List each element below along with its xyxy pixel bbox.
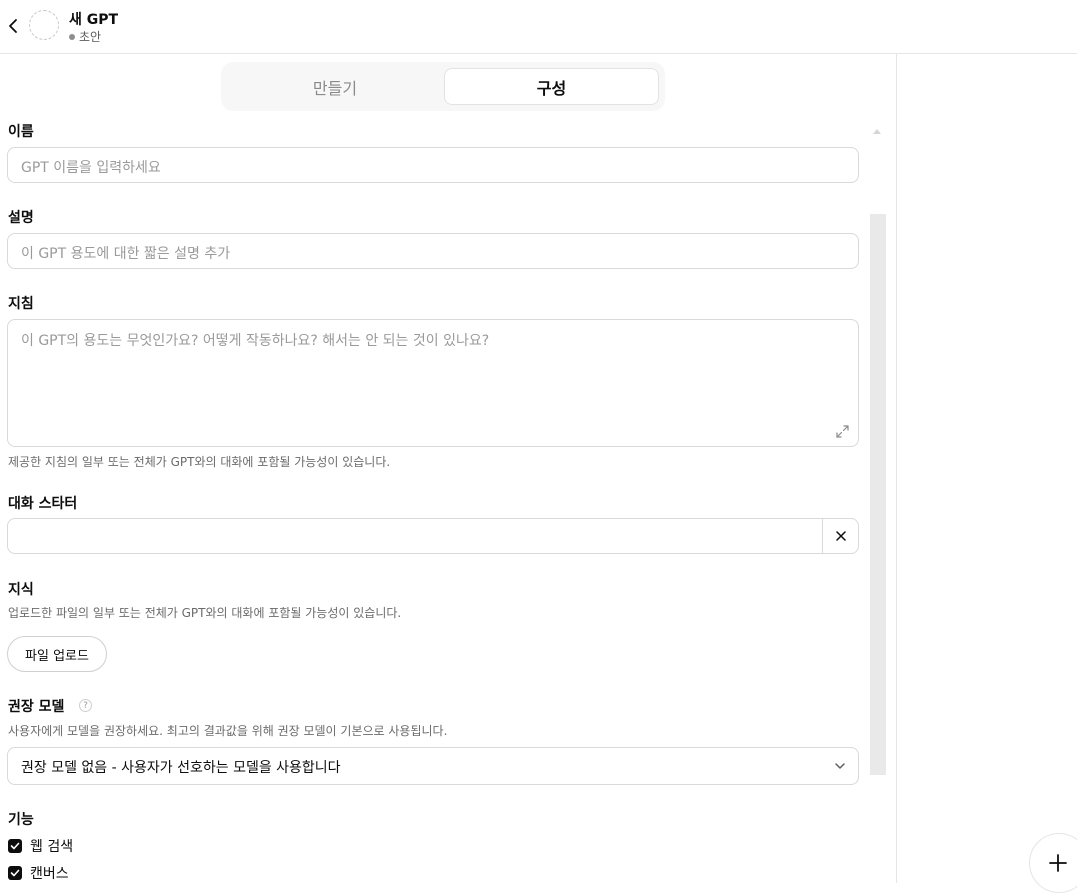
instructions-textarea[interactable]: 이 GPT의 용도는 무엇인가요? 어떻게 작동하나요? 해서는 안 되는 것이… (7, 319, 859, 447)
recommended-model-value: 권장 모델 없음 - 사용자가 선호하는 모델을 사용합니다 (21, 760, 341, 776)
instructions-placeholder: 이 GPT의 용도는 무엇인가요? 어떻게 작동하나요? 해서는 안 되는 것이… (21, 333, 490, 349)
tab-configure[interactable]: 구성 (444, 68, 659, 105)
knowledge-label: 지식 (8, 582, 34, 598)
plus-icon (1049, 854, 1067, 872)
recommended-model-label: 권장 모델 (8, 699, 65, 715)
tab-create[interactable]: 만들기 (225, 68, 445, 105)
knowledge-helper: 업로드한 파일의 일부 또는 전체가 GPT와의 대화에 포함될 가능성이 있습… (8, 606, 402, 620)
name-label: 이름 (8, 124, 34, 140)
checkbox-canvas[interactable] (8, 866, 22, 880)
canvas-label: 캔버스 (30, 866, 69, 882)
chevron-down-icon (835, 763, 845, 769)
expand-icon[interactable] (836, 425, 849, 438)
clear-starter-button[interactable] (822, 519, 858, 553)
scrollbar-thumb[interactable] (870, 214, 886, 775)
checkmark-icon (10, 842, 20, 850)
status-dot-icon (69, 33, 75, 40)
preview-panel (896, 54, 1077, 883)
recommended-model-select[interactable]: 권장 모델 없음 - 사용자가 선호하는 모델을 사용합니다 (7, 747, 859, 785)
description-input[interactable]: 이 GPT 용도에 대한 짧은 설명 추가 (7, 233, 859, 269)
gpt-title: 새 GPT (69, 12, 119, 28)
name-input[interactable]: GPT 이름을 입력하세요 (7, 147, 859, 183)
checkbox-web-search[interactable] (8, 839, 22, 853)
close-icon (835, 531, 846, 541)
capabilities-label: 기능 (8, 812, 34, 828)
back-arrow-icon[interactable] (4, 15, 22, 37)
recommended-model-helper: 사용자에게 모델을 권장하세요. 최고의 결과값을 위해 권장 모델이 기본으로… (8, 724, 448, 738)
conversation-starters-label: 대화 스타터 (8, 496, 78, 512)
instructions-helper: 제공한 지침의 일부 또는 전체가 GPT와의 대화에 포함될 가능성이 있습니… (8, 455, 391, 469)
instructions-label: 지침 (8, 296, 34, 312)
checkmark-icon (10, 869, 20, 877)
name-placeholder: GPT 이름을 입력하세요 (21, 160, 161, 176)
status-badge: 초안 (69, 28, 101, 45)
mode-tabs: 만들기 구성 (221, 62, 665, 111)
status-label: 초안 (79, 30, 102, 44)
capability-web-search[interactable]: 웹 검색 (8, 836, 73, 856)
conversation-starter-input[interactable] (7, 518, 859, 554)
web-search-label: 웹 검색 (30, 839, 74, 855)
help-icon[interactable]: ? (79, 699, 92, 712)
capability-canvas[interactable]: 캔버스 (8, 863, 69, 883)
description-placeholder: 이 GPT 용도에 대한 짧은 설명 추가 (21, 246, 231, 262)
add-button[interactable] (1029, 833, 1077, 893)
scroll-up-arrow-icon[interactable] (872, 126, 882, 136)
top-header: 새 GPT 초안 (0, 0, 1077, 54)
gpt-avatar[interactable] (29, 10, 59, 40)
upload-files-button[interactable]: 파일 업로드 (7, 636, 107, 672)
description-label: 설명 (8, 210, 34, 226)
